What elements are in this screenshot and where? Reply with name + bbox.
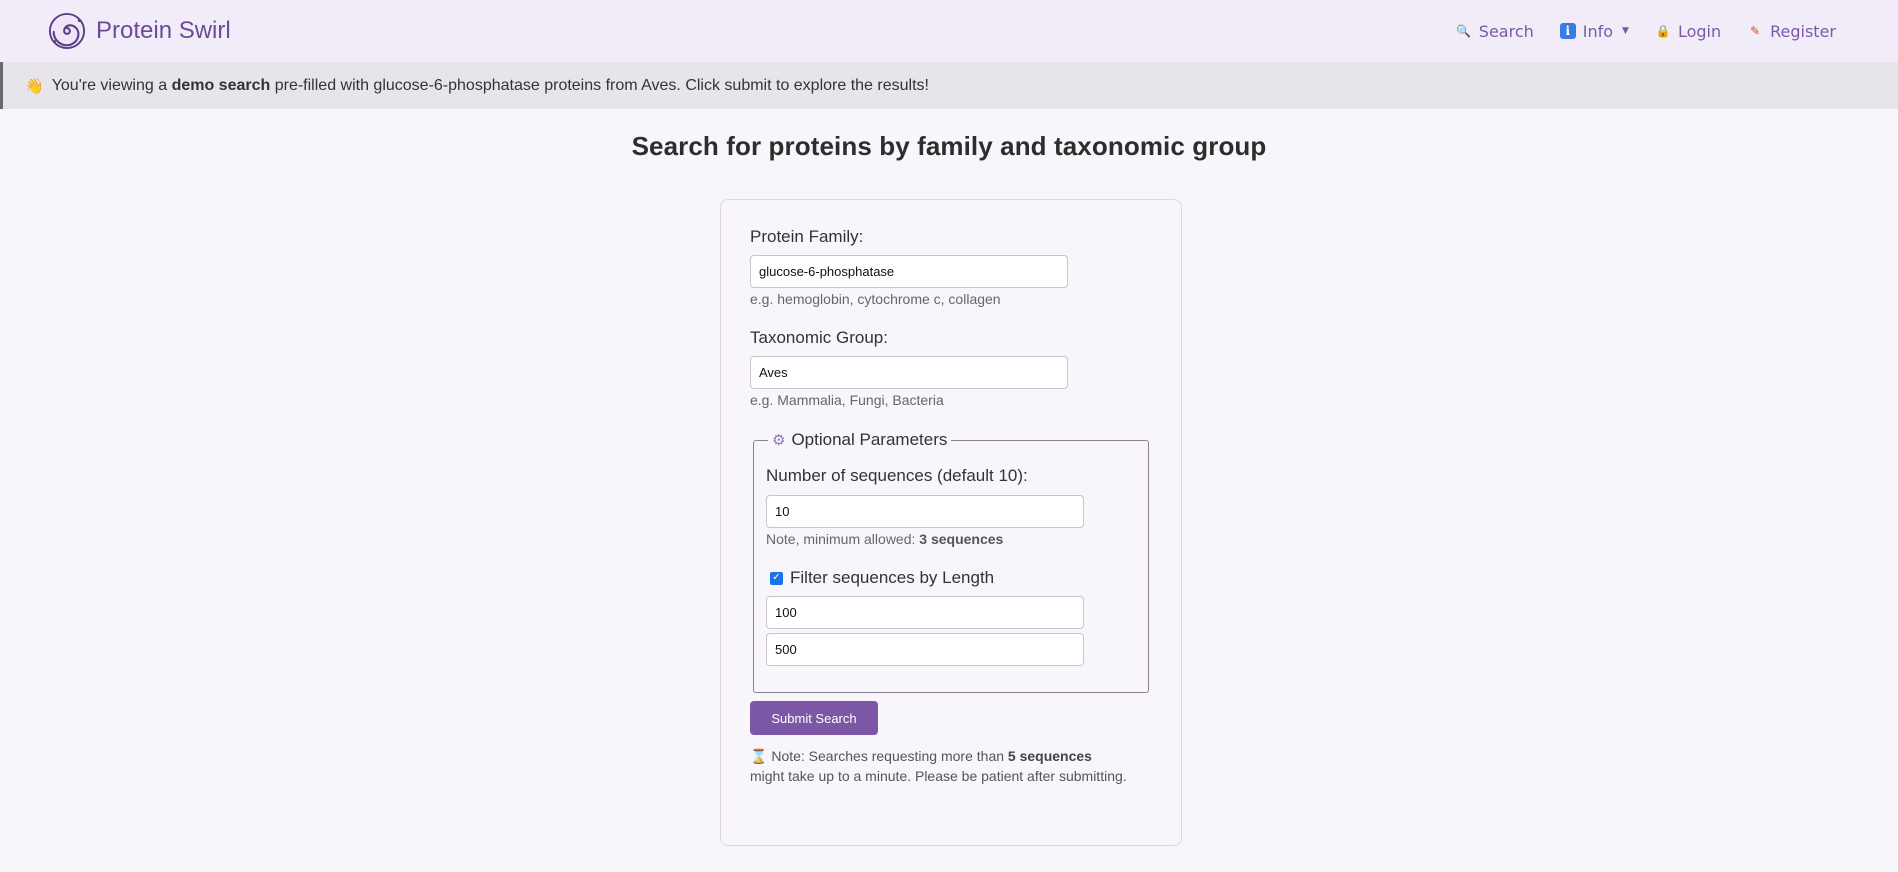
min-length-input[interactable] <box>766 596 1084 629</box>
filter-length-label[interactable]: Filter sequences by Length <box>790 568 994 588</box>
navbar: Protein Swirl 🔍 Search i Info ▼ 🔒 Login … <box>0 0 1898 62</box>
max-length-input[interactable] <box>766 633 1084 666</box>
page-title: Search for proteins by family and taxono… <box>631 131 1267 161</box>
optional-legend-label: Optional Parameters <box>791 430 948 449</box>
register-icon: ✎ <box>1750 24 1761 38</box>
num-seq-input[interactable] <box>766 495 1084 528</box>
optional-parameters-fieldset: ⚙ Optional Parameters Number of sequence… <box>753 430 1149 693</box>
brand[interactable]: Protein Swirl <box>48 12 231 50</box>
search-icon: 🔍 <box>1456 24 1472 38</box>
caret-down-icon: ▼ <box>1622 26 1629 36</box>
nav-info-label: Info <box>1582 21 1614 41</box>
family-label: Protein Family: <box>750 227 864 246</box>
patience-note: ⌛ Note: Searches requesting more than 5 … <box>750 746 1130 786</box>
nav-links: 🔍 Search i Info ▼ 🔒 Login ✎ Register <box>1456 22 1836 41</box>
banner-prefix: You're viewing a <box>51 76 172 94</box>
taxon-label: Taxonomic Group: <box>750 328 888 347</box>
filter-length-checkbox[interactable]: ✓ <box>770 571 783 585</box>
optional-parameters-legend: ⚙ Optional Parameters <box>768 430 952 450</box>
num-seq-note: Note, minimum allowed: 3 sequences <box>766 531 1003 547</box>
nav-register-link[interactable]: ✎ Register <box>1747 22 1836 41</box>
taxon-hint: e.g. Mammalia, Fungi, Bacteria <box>750 392 944 408</box>
hourglass-icon: ⌛ <box>750 748 768 764</box>
num-seq-note-prefix: Note, minimum allowed: <box>766 531 920 547</box>
submit-search-button[interactable]: Submit Search <box>750 701 878 735</box>
note-bold: 5 sequences <box>1007 748 1092 764</box>
nav-info-dropdown[interactable]: i Info ▼ <box>1559 21 1629 41</box>
filter-length-row: ✓ Filter sequences by Length <box>770 568 994 588</box>
gear-icon: ⚙ <box>772 432 786 449</box>
nav-login-link[interactable]: 🔒 Login <box>1655 22 1721 41</box>
brand-name: Protein Swirl <box>96 17 231 44</box>
wave-icon: 👋 <box>25 77 44 95</box>
nav-register-label: Register <box>1770 21 1836 41</box>
nav-search-label: Search <box>1478 21 1534 41</box>
swirl-logo-icon <box>48 12 86 50</box>
nav-login-label: Login <box>1677 21 1722 41</box>
banner-bold: demo search <box>171 76 271 94</box>
family-input[interactable] <box>750 255 1068 288</box>
family-hint: e.g. hemoglobin, cytochrome c, collagen <box>750 291 1001 307</box>
taxon-input[interactable] <box>750 356 1068 389</box>
num-seq-note-bold: 3 sequences <box>919 531 1004 547</box>
info-icon: i <box>1559 23 1576 39</box>
lock-icon: 🔒 <box>1655 24 1671 38</box>
demo-banner: 👋 You're viewing a demo search pre-fille… <box>0 62 1898 109</box>
search-form-card: Protein Family: e.g. hemoglobin, cytochr… <box>720 199 1182 846</box>
note-suffix: might take up to a minute. Please be pat… <box>750 768 1127 784</box>
note-prefix: Note: Searches requesting more than <box>771 748 1008 764</box>
num-seq-label: Number of sequences (default 10): <box>766 466 1028 485</box>
banner-suffix: pre-filled with glucose-6-phosphatase pr… <box>270 76 929 94</box>
nav-search-link[interactable]: 🔍 Search <box>1456 21 1534 41</box>
